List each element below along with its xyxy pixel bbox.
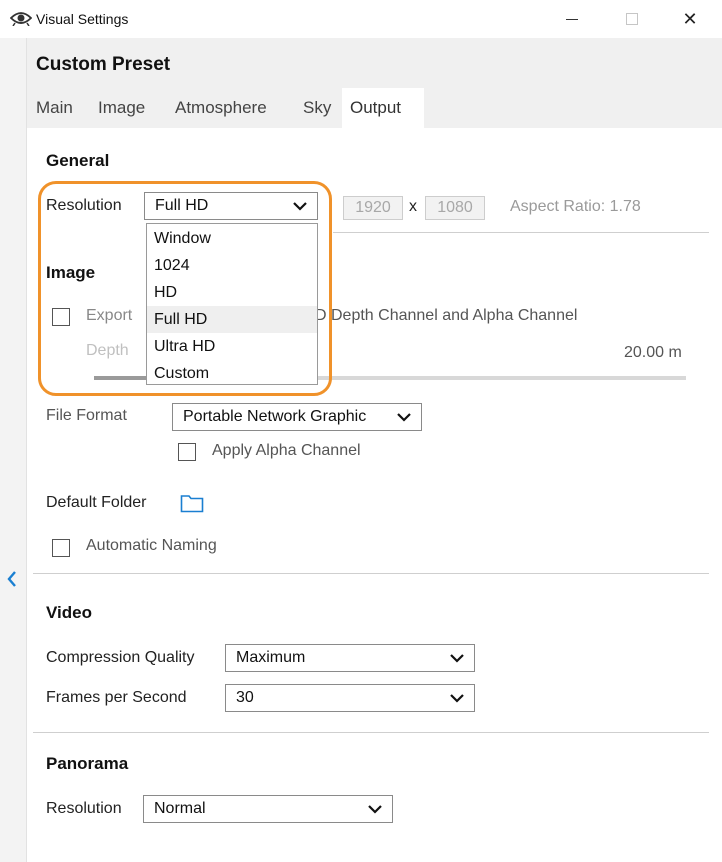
tab-image[interactable]: Image (90, 88, 153, 128)
compression-quality-select[interactable]: Maximum (225, 644, 475, 672)
compression-quality-label: Compression Quality (46, 649, 195, 666)
apply-alpha-checkbox[interactable] (178, 443, 196, 461)
default-folder-label: Default Folder (46, 494, 147, 511)
chevron-down-icon (395, 408, 413, 426)
chevron-down-icon (450, 694, 464, 703)
file-format-value: Portable Network Graphic (183, 408, 367, 425)
tab-output[interactable]: Output (342, 88, 424, 128)
fps-label: Frames per Second (46, 689, 187, 706)
panorama-resolution-value: Normal (154, 800, 206, 817)
general-divider (333, 232, 709, 233)
height-input[interactable]: 1080 (425, 196, 485, 220)
minimize-icon (566, 19, 578, 20)
title-bar: Visual Settings ✕ (0, 0, 722, 38)
export-label-right: D Depth Channel and Alpha Channel (315, 307, 578, 324)
chevron-down-icon (368, 805, 382, 814)
annotation-highlight (38, 181, 332, 396)
panorama-resolution-label: Resolution (46, 800, 122, 817)
automatic-naming-label: Automatic Naming (86, 537, 217, 554)
tab-sky[interactable]: Sky (295, 88, 339, 128)
depth-value: 20.00 m (624, 344, 682, 361)
window-title: Visual Settings (36, 11, 129, 27)
preset-title: Custom Preset (36, 54, 171, 75)
collapse-chevron-left-icon[interactable] (6, 570, 18, 594)
compression-quality-value: Maximum (236, 649, 306, 666)
side-panel-strip (0, 38, 27, 862)
video-divider (33, 732, 709, 733)
apply-alpha-label: Apply Alpha Channel (212, 442, 361, 459)
general-section-title: General (46, 151, 110, 170)
automatic-naming-checkbox[interactable] (52, 539, 70, 557)
close-button[interactable]: ✕ (667, 0, 713, 38)
minimize-button[interactable] (550, 0, 596, 38)
app-eye-icon (9, 10, 33, 31)
fps-select[interactable]: 30 (225, 684, 475, 712)
aspect-ratio-text: Aspect Ratio: 1.78 (510, 198, 641, 215)
tab-main[interactable]: Main (28, 88, 81, 128)
close-icon: ✕ (682, 9, 698, 29)
file-format-label: File Format (46, 407, 127, 424)
image-divider (33, 573, 709, 574)
maximize-icon (626, 13, 638, 25)
width-input[interactable]: 1920 (343, 196, 403, 220)
chevron-down-icon (450, 654, 464, 663)
resolution-x-separator: x (409, 198, 417, 215)
fps-value: 30 (236, 689, 254, 706)
panorama-section-title: Panorama (46, 754, 129, 773)
maximize-button[interactable] (609, 0, 655, 38)
tab-atmosphere[interactable]: Atmosphere (167, 88, 275, 128)
file-format-select[interactable]: Portable Network Graphic (172, 403, 422, 431)
video-section-title: Video (46, 603, 92, 622)
panorama-resolution-select[interactable]: Normal (143, 795, 393, 823)
folder-icon[interactable] (180, 493, 204, 513)
